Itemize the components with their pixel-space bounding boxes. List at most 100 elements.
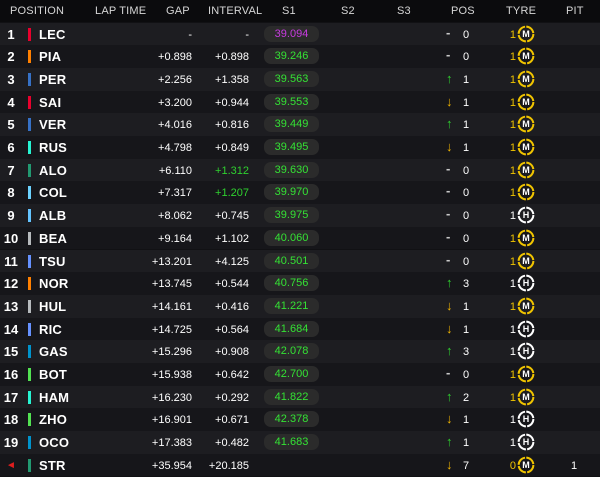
interval: +1.102 bbox=[215, 232, 249, 245]
position-number: 1 bbox=[7, 26, 15, 42]
position-number: 14 bbox=[3, 321, 19, 337]
positions-changed: 0 bbox=[462, 232, 470, 245]
driver-row[interactable]: 13 HUL +14.161 +0.416 41.221 ↓ 1 1 M bbox=[0, 294, 600, 318]
header-row: POSITION LAP TIME GAP INTERVAL S1 S2 S3 … bbox=[0, 0, 600, 22]
driver-row[interactable]: 15 GAS +15.296 +0.908 42.078 ↑ 3 1 H bbox=[0, 340, 600, 363]
gap-to-leader: +4.016 bbox=[158, 119, 192, 132]
driver-code: PER bbox=[39, 71, 67, 87]
tyre-age: 1 bbox=[509, 96, 516, 109]
position-number: 18 bbox=[3, 412, 19, 428]
position-number: 7 bbox=[7, 162, 15, 178]
driver-row[interactable]: 7 ALO +6.110 +1.312 39.630 -0 1 M bbox=[0, 158, 600, 182]
position-change-down-arrow-icon: ↓ bbox=[446, 139, 453, 154]
position-change-down-arrow-icon: ↓ bbox=[446, 93, 453, 109]
interval: - bbox=[245, 28, 249, 41]
position-change-up-arrow-icon: ↑ bbox=[446, 275, 453, 291]
svg-text:M: M bbox=[522, 188, 530, 198]
positions-changed: 1 bbox=[462, 323, 470, 336]
driver-row[interactable]: 12 NOR +13.745 +0.544 40.756 ↑ 3 1 H bbox=[0, 272, 600, 295]
team-color-bar bbox=[28, 27, 31, 41]
position-number: 15 bbox=[3, 344, 19, 360]
gap-to-leader: +2.256 bbox=[158, 73, 192, 86]
driver-row[interactable]: 5 VER +4.016 +0.816 39.449 ↑ 1 1 M bbox=[0, 113, 600, 136]
position-change-up-arrow-icon: ↑ bbox=[446, 116, 453, 132]
sector-1-time: 39.970 bbox=[264, 184, 319, 201]
positions-changed: 1 bbox=[462, 73, 470, 86]
position-change-down-arrow-icon: ↓ bbox=[446, 411, 453, 427]
team-color-bar bbox=[28, 390, 31, 404]
driver-row[interactable]: 18 ZHO +16.901 +0.671 42.378 ↓ 1 1 H bbox=[0, 408, 600, 432]
driver-row[interactable]: 11 TSU +13.201 +4.125 40.501 -0 1 M bbox=[0, 249, 600, 273]
team-color-bar bbox=[28, 50, 31, 64]
driver-code: LEC bbox=[39, 26, 66, 42]
tyre-compound-icon: M bbox=[517, 252, 535, 269]
sector-1-time: 39.553 bbox=[264, 93, 319, 110]
positions-changed: 1 bbox=[462, 300, 470, 313]
driver-row[interactable]: 2 PIA +0.898 +0.898 39.246 -0 1 M bbox=[0, 45, 600, 68]
team-color-bar bbox=[28, 413, 31, 427]
header-lap-time: LAP TIME bbox=[95, 5, 147, 17]
team-color-bar bbox=[28, 322, 31, 336]
interval: +0.642 bbox=[215, 369, 249, 381]
gap-to-leader: +15.938 bbox=[151, 369, 192, 381]
gap-to-leader: +7.317 bbox=[158, 187, 192, 200]
driver-row[interactable]: 4 SAI +3.200 +0.944 39.553 ↓ 1 1 M bbox=[0, 90, 600, 114]
team-color-bar bbox=[28, 277, 31, 291]
gap-to-leader: +8.062 bbox=[158, 210, 192, 223]
tyre-compound-icon: H bbox=[517, 342, 535, 360]
driver-code: PIA bbox=[39, 49, 62, 65]
tyre-age: 1 bbox=[509, 51, 516, 64]
positions-changed: 1 bbox=[462, 437, 470, 450]
position-change-up-arrow-icon: ↑ bbox=[446, 343, 453, 359]
driver-row[interactable]: 1 LEC - -39.094-0 1 M bbox=[0, 22, 600, 46]
positions-changed: 0 bbox=[462, 255, 470, 268]
tyre-compound-icon: M bbox=[517, 115, 535, 133]
interval: +0.745 bbox=[215, 210, 249, 223]
positions-changed: 2 bbox=[462, 391, 470, 404]
tyre-compound-icon: M bbox=[517, 229, 535, 247]
tyre-age: 1 bbox=[509, 414, 516, 427]
tyre-age: 1 bbox=[509, 437, 516, 450]
position-number: 11 bbox=[4, 253, 18, 269]
gap-to-leader: +14.725 bbox=[151, 323, 192, 336]
sector-1-time: 39.094 bbox=[264, 25, 319, 42]
tyre-age: 1 bbox=[509, 119, 516, 132]
header-s1: S1 bbox=[282, 5, 296, 17]
driver-row[interactable]: 16 BOT +15.938 +0.642 42.700 -0 1 M bbox=[0, 363, 600, 386]
svg-text:H: H bbox=[523, 347, 530, 357]
driver-row[interactable]: 19 OCO +17.383 +0.482 41.683 ↑ 1 1 H bbox=[0, 431, 600, 454]
driver-row[interactable]: 6 RUS +4.798 +0.849 39.495 ↓ 1 1 M bbox=[0, 136, 600, 159]
svg-text:M: M bbox=[522, 369, 530, 379]
sector-1-time: 42.378 bbox=[264, 411, 319, 428]
tyre-age: 1 bbox=[509, 300, 516, 313]
tyre-compound-icon: M bbox=[517, 365, 535, 383]
driver-row[interactable]: 17 HAM +16.230 +0.292 41.822 ↑ 2 1 M bbox=[0, 385, 600, 409]
timing-tower: POSITION LAP TIME GAP INTERVAL S1 S2 S3 … bbox=[0, 0, 600, 477]
gap-to-leader: +17.383 bbox=[151, 437, 192, 450]
driver-row[interactable]: ◄ STR +35.954 +20.185 ↓ 7 0 M 1 bbox=[0, 453, 600, 477]
driver-row[interactable]: 9 ALB +8.062 +0.745 39.975 -0 1 H bbox=[0, 204, 600, 227]
team-color-bar bbox=[28, 231, 31, 245]
tyre-age: 1 bbox=[509, 142, 516, 154]
pit-stops: 1 bbox=[570, 459, 578, 472]
driver-row[interactable]: 10 BEA +9.164 +1.102 40.060 -0 1 M bbox=[0, 226, 600, 250]
interval: +0.849 bbox=[215, 142, 249, 154]
tyre-age: 1 bbox=[509, 255, 516, 268]
driver-row[interactable]: 8 COL +7.317 +1.207 39.970 -0 1 M bbox=[0, 181, 600, 205]
driver-code: HAM bbox=[39, 389, 70, 405]
tyre-compound-icon: M bbox=[517, 138, 535, 156]
position-number: 13 bbox=[3, 298, 19, 314]
sector-1-time: 41.683 bbox=[264, 434, 319, 451]
driver-row[interactable]: 14 RIC +14.725 +0.564 41.684 ↓ 1 1 H bbox=[0, 317, 600, 341]
team-color-bar bbox=[28, 345, 31, 359]
gap-to-leader: +13.201 bbox=[151, 255, 192, 268]
positions-changed: 0 bbox=[462, 369, 470, 381]
interval: +0.292 bbox=[215, 391, 249, 404]
driver-row[interactable]: 3 PER +2.256 +1.358 39.563 ↑ 1 1 M bbox=[0, 67, 600, 91]
driver-code: HUL bbox=[39, 298, 67, 314]
position-number: 10 bbox=[3, 230, 19, 246]
interval: +0.671 bbox=[215, 414, 249, 427]
positions-changed: 3 bbox=[462, 278, 470, 291]
team-color-bar bbox=[28, 458, 31, 472]
position-number: 3 bbox=[7, 71, 15, 87]
